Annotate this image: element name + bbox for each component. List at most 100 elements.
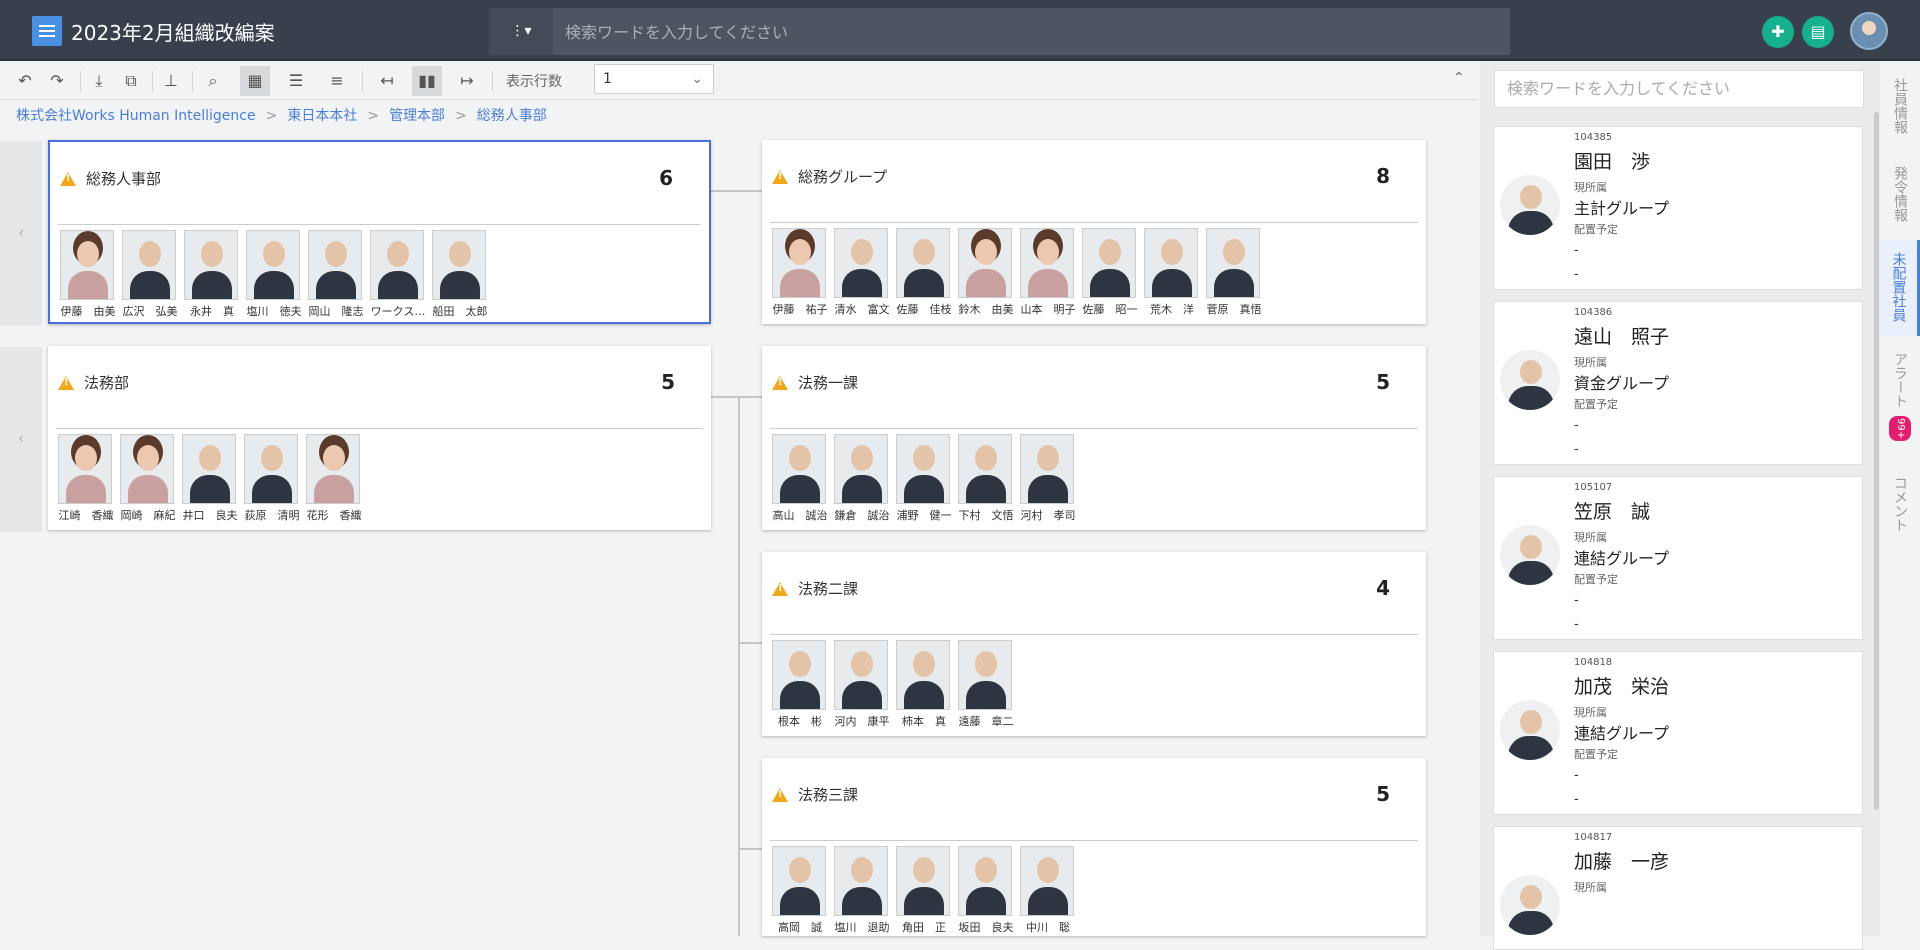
- align-right-icon[interactable]: ↦: [452, 66, 482, 96]
- member-tile[interactable]: 伊藤 祐子: [772, 228, 828, 317]
- member-tile[interactable]: 井口 良夫: [182, 434, 238, 523]
- member-name: 広沢 弘美: [122, 305, 178, 318]
- chat-icon[interactable]: ▤: [1802, 16, 1834, 48]
- org-card-homu[interactable]: 法務部 5 江崎 香織岡崎 麻紀井口 良夫荻原 清明花形 香織: [48, 346, 711, 530]
- member-tile[interactable]: 鈴木 由美: [958, 228, 1014, 317]
- employee-card[interactable]: 105107 笠原 誠現所属 連結グループ 配置予定 - -: [1493, 476, 1863, 640]
- breadcrumb-item[interactable]: 管理本部: [389, 108, 445, 124]
- member-tile[interactable]: 河内 康平: [834, 640, 890, 729]
- breadcrumb-item[interactable]: 東日本本社: [287, 108, 357, 124]
- member-tile[interactable]: 岡崎 麻紀: [120, 434, 176, 523]
- member-tile[interactable]: 柿本 真: [896, 640, 952, 729]
- member-tile[interactable]: 岡山 隆志: [308, 230, 364, 319]
- collapse-left-tab[interactable]: ‹: [0, 141, 42, 326]
- member-tile[interactable]: 荒木 洋: [1144, 228, 1200, 317]
- org-card-somu-jinji[interactable]: 総務人事部 6 伊藤 由美広沢 弘美永井 真塩川 徳夫岡山 隆志ワークス… 船田 太郎: [48, 140, 711, 324]
- download-icon[interactable]: ⤓: [84, 66, 114, 96]
- employee-avatar: [1500, 350, 1560, 410]
- warning-icon: [772, 582, 788, 596]
- member-tile[interactable]: 塩川 退助: [834, 846, 890, 935]
- member-count: 8: [1376, 164, 1390, 188]
- breadcrumb-item[interactable]: 株式会社Works Human Intelligence: [16, 108, 256, 124]
- member-tile[interactable]: 遠藤 章二: [958, 640, 1014, 729]
- member-tile[interactable]: ワークス…: [370, 230, 426, 319]
- member-tile[interactable]: 下村 文悟: [958, 434, 1014, 523]
- org-card-homu-2[interactable]: 法務二課 4 根本 彬河内 康平柿本 真遠藤 章二: [762, 552, 1426, 736]
- member-tile[interactable]: 浦野 健一: [896, 434, 952, 523]
- employee-avatar: [1500, 175, 1560, 235]
- org-title: 法務一課: [798, 374, 859, 392]
- member-tile[interactable]: 鎌倉 誠治: [834, 434, 890, 523]
- employee-card[interactable]: 104385 園田 渉現所属 主計グループ 配置予定 - -: [1493, 126, 1863, 290]
- panel-search-input[interactable]: 検索ワードを入力してください: [1494, 70, 1864, 108]
- undo-icon[interactable]: ↶: [10, 66, 40, 96]
- tab-employee-info[interactable]: 社員情報: [1880, 78, 1920, 168]
- member-photos: 伊藤 祐子 清水 富文 佐藤 佳枝 鈴木 由美 山本 明子 佐藤 昭一 荒木 洋菅原 真悟: [772, 228, 1268, 317]
- member-name: 塩川 退助: [834, 921, 890, 934]
- member-tile[interactable]: 伊藤 由美: [60, 230, 116, 319]
- search-mode-dropdown[interactable]: ⋮▾: [489, 8, 553, 55]
- collapse-left-tab[interactable]: ‹: [0, 347, 42, 532]
- member-tile[interactable]: 広沢 弘美: [122, 230, 178, 319]
- employee-card[interactable]: 104817 加藤 一彦 現所属: [1493, 826, 1863, 950]
- app-document-icon: [32, 16, 62, 46]
- org-title: 総務人事部: [86, 170, 162, 188]
- align-left-icon[interactable]: ↤: [372, 66, 402, 96]
- member-tile[interactable]: 根本 彬: [772, 640, 828, 729]
- member-tile[interactable]: 佐藤 佳枝: [896, 228, 952, 317]
- member-tile[interactable]: 荻原 清明: [244, 434, 300, 523]
- user-avatar[interactable]: [1850, 12, 1888, 50]
- tab-alert[interactable]: アラート 99+: [1880, 352, 1920, 472]
- grid-view-icon[interactable]: ▦: [240, 66, 270, 96]
- list-view-icon[interactable]: ☰: [281, 66, 311, 96]
- member-tile[interactable]: 山本 明子: [1020, 228, 1076, 317]
- member-tile[interactable]: 永井 真: [184, 230, 240, 319]
- copy-icon[interactable]: ⧉: [116, 66, 146, 96]
- panel-scrollbar[interactable]: [1874, 112, 1879, 810]
- member-tile[interactable]: 菅原 真悟: [1206, 228, 1262, 317]
- breadcrumb-item[interactable]: 総務人事部: [477, 108, 547, 124]
- member-tile[interactable]: 船田 太郎: [432, 230, 488, 319]
- breadcrumb: 株式会社Works Human Intelligence > 東日本本社 > 管理本部 >…: [16, 105, 547, 125]
- org-card-homu-3[interactable]: 法務三課 5 高岡 誠塩川 退助角田 正坂田 良夫中川 聡: [762, 758, 1426, 936]
- member-name: 柿本 真: [902, 715, 946, 728]
- rows-select[interactable]: 1 ⌄: [594, 64, 714, 94]
- global-search-input[interactable]: [565, 20, 1465, 44]
- chevron-up-icon[interactable]: ⌃: [1453, 70, 1465, 86]
- tab-comment[interactable]: コメント: [1880, 476, 1920, 566]
- warning-icon: [60, 172, 76, 186]
- member-photo: [58, 434, 112, 504]
- member-tile[interactable]: 清水 富文: [834, 228, 890, 317]
- member-tile[interactable]: 佐藤 昭一: [1082, 228, 1138, 317]
- member-tile[interactable]: 江崎 香織: [58, 434, 114, 523]
- member-tile[interactable]: 角田 正: [896, 846, 952, 935]
- current-group: 資金グループ: [1574, 374, 1670, 393]
- compact-list-icon[interactable]: ≡: [322, 66, 352, 96]
- redo-icon[interactable]: ↷: [42, 66, 72, 96]
- search-icon[interactable]: ⌕: [198, 66, 228, 96]
- member-name: 荒木 洋: [1150, 303, 1194, 316]
- org-tree-icon[interactable]: ⊥: [156, 66, 186, 96]
- split-view-icon[interactable]: ▮▮: [412, 66, 442, 96]
- member-tile[interactable]: 坂田 良夫: [958, 846, 1014, 935]
- member-photo: [1082, 228, 1136, 298]
- member-tile[interactable]: 中川 聡: [1020, 846, 1076, 935]
- connector: [738, 396, 762, 398]
- member-name: 塩川 徳夫: [246, 305, 302, 318]
- employee-id: 104385: [1574, 132, 1613, 143]
- member-tile[interactable]: 高岡 誠: [772, 846, 828, 935]
- connector: [738, 642, 762, 644]
- employee-card[interactable]: 104386 遠山 照子 現所属 資金グループ 配置予定 - -: [1493, 301, 1863, 465]
- org-card-homu-1[interactable]: 法務一課 5 高山 誠治鎌倉 誠治浦野 健一下村 文悟河村 孝司: [762, 346, 1426, 530]
- plan-value: -: [1574, 768, 1579, 783]
- member-tile[interactable]: 河村 孝司: [1020, 434, 1076, 523]
- member-count: 5: [1376, 370, 1390, 394]
- member-photo: [122, 230, 176, 300]
- org-card-somu-group[interactable]: 総務グループ 8 伊藤 祐子清水 富文佐藤 佳枝鈴木 由美山本 明子佐藤 昭一荒木 …: [762, 140, 1426, 324]
- add-user-icon[interactable]: ✚: [1762, 16, 1794, 48]
- tab-unassigned[interactable]: 未配置社員: [1880, 240, 1920, 336]
- member-tile[interactable]: 花形 香織: [306, 434, 362, 523]
- employee-card[interactable]: 104818 加茂 栄治 現所属 連結グループ 配置予定 - -: [1493, 651, 1863, 815]
- member-tile[interactable]: 塩川 徳夫: [246, 230, 302, 319]
- member-tile[interactable]: 高山 誠治: [772, 434, 828, 523]
